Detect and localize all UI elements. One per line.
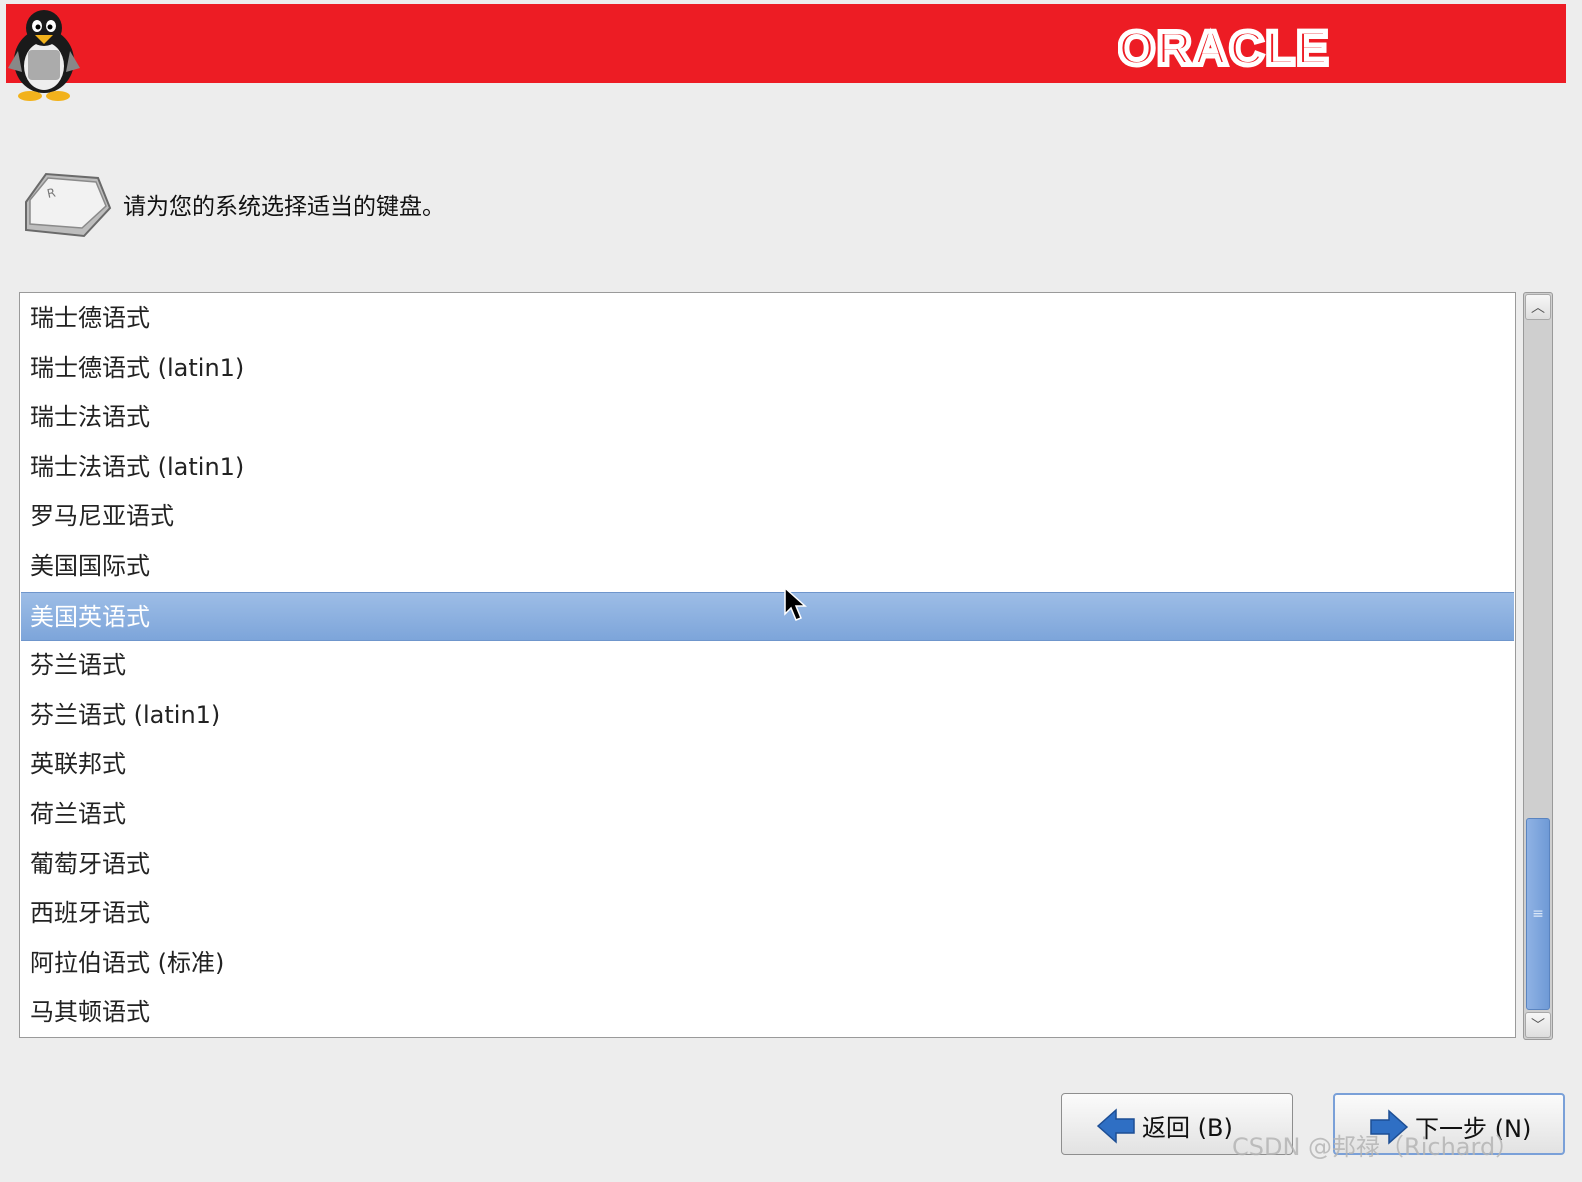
list-item[interactable]: 瑞士德语式 [21,294,1514,344]
mouse-pointer-icon [784,586,807,621]
list-item[interactable]: 罗马尼亚语式 [21,492,1514,542]
header-banner: ORACLE [6,4,1566,83]
list-item[interactable]: 马其顿语式 [21,988,1514,1037]
scroll-thumb[interactable]: ≡ [1526,818,1550,1010]
keyboard-key-icon: R [25,172,112,238]
list-item[interactable]: 瑞士法语式 (latin1) [21,443,1514,493]
list-item[interactable]: 瑞士德语式 (latin1) [21,344,1514,394]
list-item[interactable]: 美国国际式 [21,542,1514,592]
scroll-down-button[interactable]: ﹀ [1525,1012,1551,1038]
prompt-text: 请为您的系统选择适当的键盘。 [123,194,445,220]
list-item[interactable]: 英联邦式 [21,740,1514,790]
list-item[interactable]: 阿拉伯语式 (标准) [21,939,1514,989]
list-item-selected[interactable]: 美国英语式 [21,591,1514,642]
list-item[interactable]: 荷兰语式 [21,790,1514,840]
scroll-up-button[interactable]: ︿ [1525,294,1551,320]
chevron-down-icon: ﹀ [1531,1018,1545,1034]
keyboard-list[interactable]: 瑞士德语式 瑞士德语式 (latin1) 瑞士法语式 瑞士法语式 (latin1… [19,292,1516,1038]
svg-text:ORACLE: ORACLE [1118,22,1330,75]
chevron-up-icon: ︿ [1531,300,1545,316]
oracle-logo: ORACLE [1118,20,1331,76]
list-item[interactable]: 西班牙语式 [21,889,1514,939]
back-button-label: 返回 (B) [1142,1114,1233,1142]
list-item[interactable]: 瑞士法语式 [21,393,1514,443]
list-scrollbar[interactable]: ︿ ≡ ﹀ [1523,292,1553,1040]
tux-penguin-icon [8,10,80,101]
list-item[interactable]: 芬兰语式 (latin1) [21,691,1514,741]
list-item[interactable]: 芬兰语式 [21,641,1514,691]
watermark-text: CSDN @邦禄（Richard） [1232,1133,1520,1161]
list-item[interactable]: 葡萄牙语式 [21,840,1514,890]
arrow-left-icon [1096,1108,1135,1144]
grip-icon: ≡ [1532,906,1544,922]
